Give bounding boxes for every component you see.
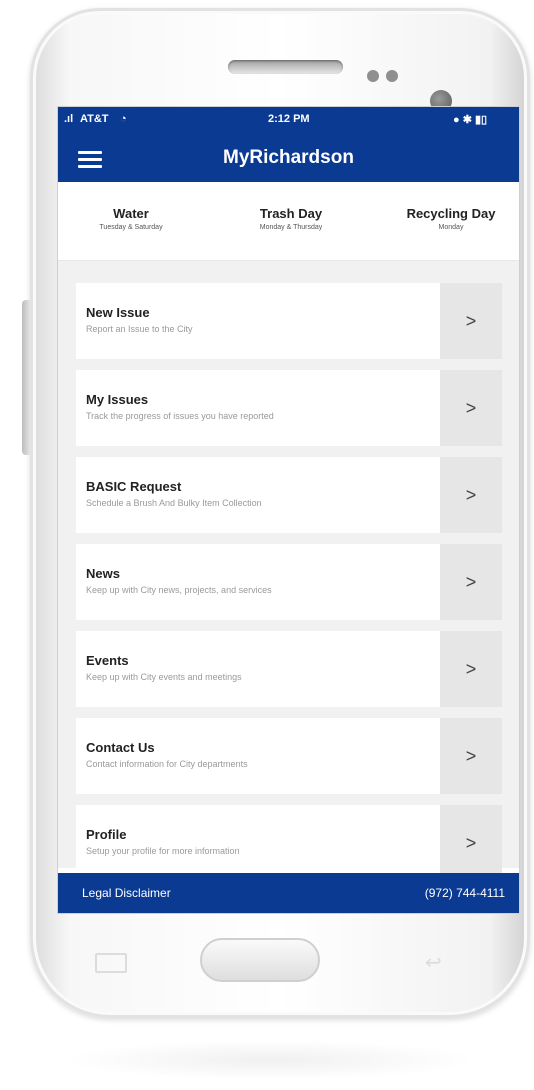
footer-bar: Legal Disclaimer (972) 744-4111 xyxy=(58,873,519,913)
menu-item-text: BASIC Request Schedule a Brush And Bulky… xyxy=(86,479,262,508)
status-icons: ● ✱ ▮▯ xyxy=(453,114,488,126)
menu-item-subtitle: Track the progress of issues you have re… xyxy=(86,411,274,421)
back-icon[interactable]: ↩ xyxy=(425,950,442,975)
menu-item-subtitle: Report an Issue to the City xyxy=(86,324,193,334)
chevron-right-icon[interactable]: > xyxy=(440,631,502,707)
schedule-title: Recycling Day xyxy=(406,206,496,221)
schedule-subtitle: Monday xyxy=(438,224,464,231)
menu-item-title: Contact Us xyxy=(86,740,155,755)
menu-item-text: New Issue Report an Issue to the City xyxy=(86,305,193,334)
chevron-right-icon[interactable]: > xyxy=(440,544,502,620)
schedule-subtitle: Tuesday & Saturday xyxy=(99,224,163,231)
chevron-right-icon[interactable]: > xyxy=(440,457,502,533)
menu-item-profile[interactable]: Profile Setup your profile for more info… xyxy=(76,805,502,881)
menu-item-my-issues[interactable]: My Issues Track the progress of issues y… xyxy=(76,370,502,446)
app-bar: MyRichardson xyxy=(58,134,519,182)
chevron-right-icon[interactable]: > xyxy=(440,718,502,794)
main-menu: New Issue Report an Issue to the City > … xyxy=(58,261,519,881)
menu-item-text: Profile Setup your profile for more info… xyxy=(86,827,240,856)
collection-schedule: Water Tuesday & Saturday Trash Day Monda… xyxy=(58,182,519,261)
app-title: MyRichardson xyxy=(223,147,354,168)
menu-item-subtitle: Contact information for City departments xyxy=(86,759,248,769)
schedule-subtitle: Monday & Thursday xyxy=(259,224,323,231)
home-button[interactable] xyxy=(200,938,320,982)
chevron-right-icon[interactable]: > xyxy=(440,805,502,881)
phone-screen: .ıl AT&T ◔ 2:12 PM ● ✱ ▮▯ MyRichardson W… xyxy=(57,106,520,914)
menu-item-new-issue[interactable]: New Issue Report an Issue to the City > xyxy=(76,283,502,359)
phone-number-link[interactable]: (972) 744-4111 xyxy=(425,886,505,900)
schedule-trash: Trash Day Monday & Thursday xyxy=(226,206,356,231)
earpiece-speaker xyxy=(228,60,343,74)
phone-reflection xyxy=(60,1040,480,1080)
menu-item-text: Contact Us Contact information for City … xyxy=(86,740,248,769)
wifi-icon: ◔ xyxy=(120,113,127,125)
menu-item-subtitle: Setup your profile for more information xyxy=(86,846,240,856)
menu-item-title: Events xyxy=(86,653,129,668)
chevron-right-icon[interactable]: > xyxy=(440,283,502,359)
schedule-title: Water xyxy=(113,206,149,221)
menu-item-contact-us[interactable]: Contact Us Contact information for City … xyxy=(76,718,502,794)
menu-item-basic-request[interactable]: BASIC Request Schedule a Brush And Bulky… xyxy=(76,457,502,533)
light-sensor xyxy=(386,70,398,82)
menu-item-title: New Issue xyxy=(86,305,150,320)
status-bar: .ıl AT&T ◔ 2:12 PM ● ✱ ▮▯ xyxy=(58,107,519,134)
menu-item-subtitle: Keep up with City events and meetings xyxy=(86,672,242,682)
legal-disclaimer-link[interactable]: Legal Disclaimer xyxy=(82,886,171,900)
chevron-right-icon[interactable]: > xyxy=(440,370,502,446)
menu-item-events[interactable]: Events Keep up with City events and meet… xyxy=(76,631,502,707)
menu-item-text: My Issues Track the progress of issues y… xyxy=(86,392,274,421)
menu-item-subtitle: Schedule a Brush And Bulky Item Collecti… xyxy=(86,498,262,508)
menu-softkey-icon[interactable] xyxy=(95,953,127,973)
menu-item-news[interactable]: News Keep up with City news, projects, a… xyxy=(76,544,502,620)
menu-item-text: News Keep up with City news, projects, a… xyxy=(86,566,272,595)
menu-item-title: News xyxy=(86,566,120,581)
carrier-label: AT&T xyxy=(80,113,109,125)
schedule-title: Trash Day xyxy=(259,206,323,221)
menu-item-subtitle: Keep up with City news, projects, and se… xyxy=(86,585,272,595)
volume-button xyxy=(22,300,30,455)
menu-item-title: Profile xyxy=(86,827,127,842)
menu-item-title: My Issues xyxy=(86,392,149,407)
menu-item-text: Events Keep up with City events and meet… xyxy=(86,653,242,682)
menu-item-title: BASIC Request xyxy=(86,479,182,494)
status-time: 2:12 PM xyxy=(268,113,310,125)
proximity-sensor xyxy=(367,70,379,82)
signal-icon: .ıl xyxy=(64,113,74,125)
schedule-water: Water Tuesday & Saturday xyxy=(76,206,186,231)
schedule-recycling: Recycling Day Monday xyxy=(388,206,514,231)
